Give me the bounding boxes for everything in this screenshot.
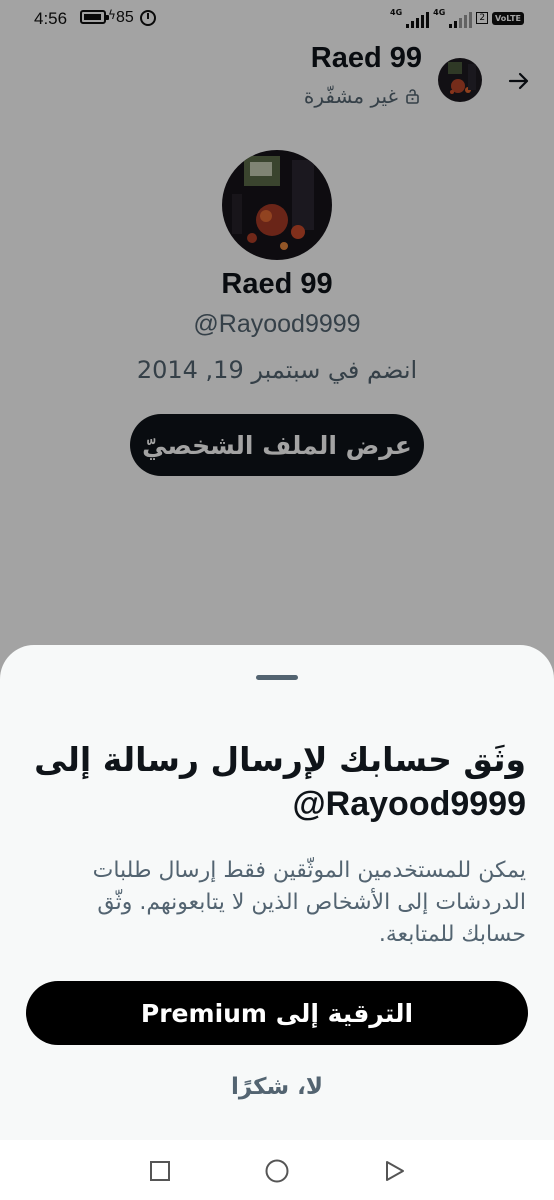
triangle-icon [386, 1161, 404, 1181]
verify-account-sheet: وثَق حسابك لإرسال رسالة إلى @Rayood9999 … [0, 645, 554, 1140]
sheet-grabber[interactable] [256, 675, 298, 680]
home-button[interactable] [264, 1158, 290, 1184]
no-thanks-button[interactable]: لا، شكرًا [177, 1065, 377, 1109]
back-nav-button[interactable] [381, 1158, 407, 1184]
sheet-handle: @Rayood9999 [292, 785, 526, 823]
circle-icon [265, 1159, 289, 1183]
sheet-title: وثَق حسابك لإرسال رسالة إلى [34, 740, 526, 779]
upgrade-premium-button[interactable]: الترقية إلى Premium [26, 981, 528, 1045]
recents-button[interactable] [147, 1158, 173, 1184]
square-icon [150, 1161, 170, 1181]
system-nav-bar [0, 1140, 554, 1200]
sheet-description: يمكن للمستخدمين الموثّقين فقط إرسال طلبا… [92, 858, 526, 947]
